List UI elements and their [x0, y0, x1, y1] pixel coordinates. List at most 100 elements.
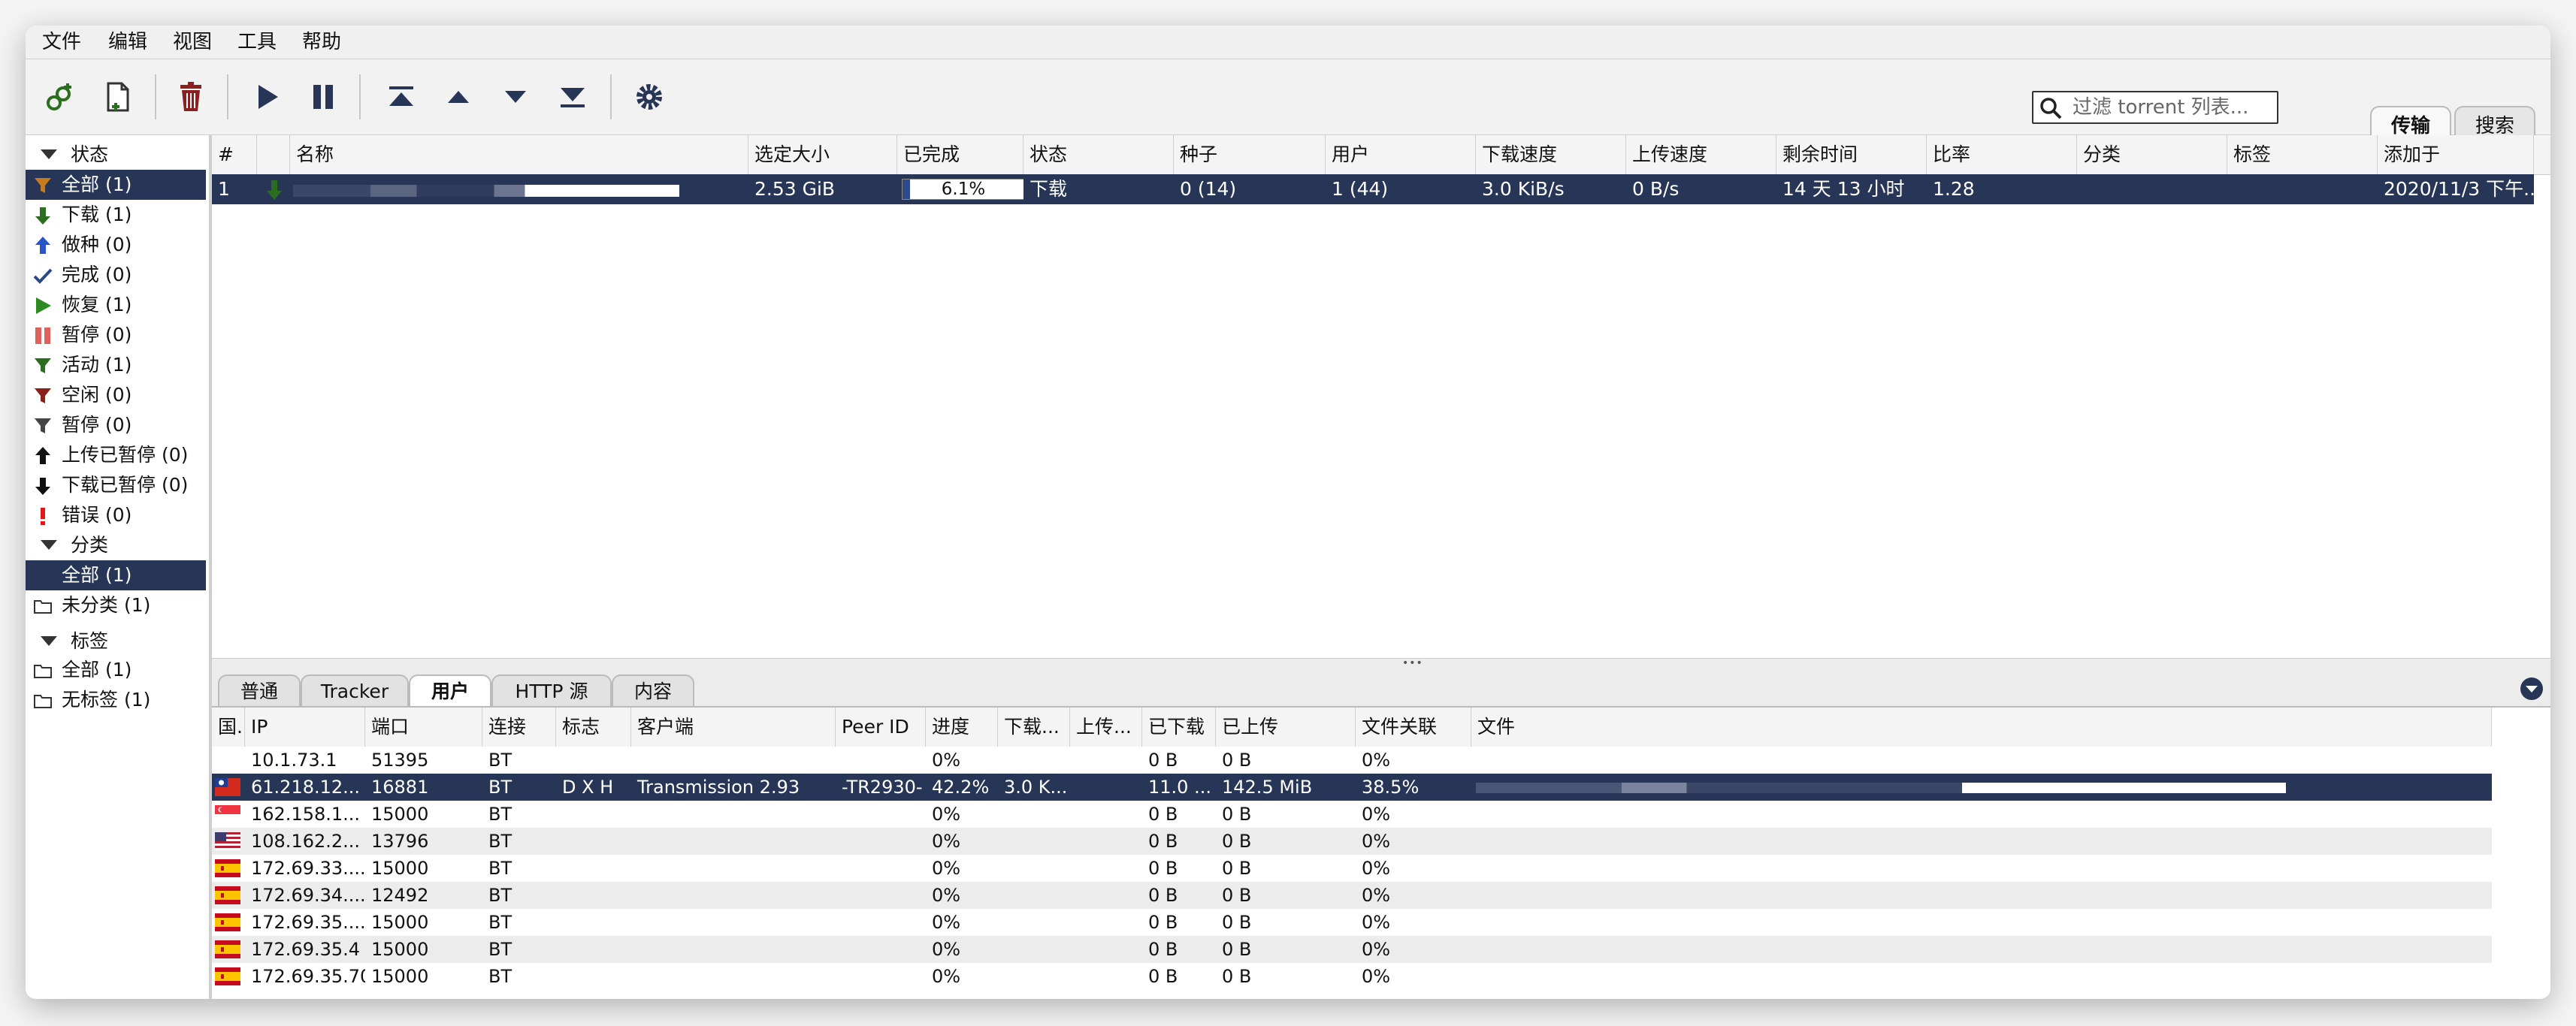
peer-row[interactable]: 172.69.35.... 15000 BT 0% 0 B 0 B 0%	[212, 909, 2492, 936]
peer-column-header[interactable]: 端口	[365, 708, 482, 747]
status-filter-label: 做种 (0)	[62, 234, 132, 255]
column-header[interactable]: 标签	[2227, 135, 2378, 174]
status-section-header[interactable]: 状态	[41, 140, 108, 170]
tab-trackers[interactable]: Tracker	[301, 674, 409, 706]
status-filter-item[interactable]: 恢复 (1)	[26, 290, 206, 320]
peer-column-header[interactable]: 上传...	[1070, 708, 1142, 747]
pause-button[interactable]	[301, 74, 346, 119]
search-placeholder: 过滤 torrent 列表...	[2073, 96, 2249, 119]
peer-row[interactable]: 108.162.2... 13796 BT 0% 0 B 0 B 0%	[212, 828, 2492, 855]
peer-column-header[interactable]: Peer ID	[836, 708, 926, 747]
peer-ip-cell: 172.69.33....	[251, 858, 365, 879]
column-header[interactable]: 已完成	[897, 135, 1023, 174]
peer-column-header[interactable]: IP	[245, 708, 365, 747]
column-header[interactable]: 分类	[2077, 135, 2227, 174]
peer-column-header[interactable]: 标志	[556, 708, 631, 747]
status-filter-item[interactable]: 下载已暂停 (0)	[26, 470, 206, 500]
tags-section-header[interactable]: 标签	[41, 626, 108, 656]
column-header[interactable]: 比率	[1927, 135, 2077, 174]
menu-file[interactable]: 文件	[42, 26, 81, 59]
peer-column-header[interactable]: 进度	[926, 708, 998, 747]
peer-client-cell	[631, 828, 836, 855]
column-header[interactable]: 种子	[1174, 135, 1326, 174]
move-up-button[interactable]	[436, 74, 481, 119]
peer-row[interactable]: 172.69.33.... 15000 BT 0% 0 B 0 B 0%	[212, 855, 2492, 882]
peer-column-header[interactable]: 连接	[482, 708, 556, 747]
column-header[interactable]: 状态	[1023, 135, 1174, 174]
peer-country-cell	[212, 936, 245, 963]
tag-item-all[interactable]: 全部 (1)	[26, 655, 206, 685]
peer-column-header[interactable]: 文件关联	[1356, 708, 1471, 747]
status-filter-item[interactable]: 空闲 (0)	[26, 380, 206, 410]
peer-row[interactable]: 172.69.34.... 12492 BT 0% 0 B 0 B 0%	[212, 882, 2492, 909]
column-header[interactable]: 上传速度	[1626, 135, 1776, 174]
peer-column-header[interactable]: 下载...	[998, 708, 1070, 747]
column-header[interactable]: 名称	[290, 135, 748, 174]
add-torrent-file-button[interactable]	[95, 74, 140, 119]
column-header[interactable]	[257, 135, 290, 174]
status-filter-item[interactable]: 错误 (0)	[26, 500, 206, 530]
options-button[interactable]	[627, 74, 672, 119]
panel-collapse-icon[interactable]	[2519, 676, 2544, 702]
search-input[interactable]: 过滤 torrent 列表...	[2032, 91, 2278, 124]
torrent-state: 下载	[1029, 178, 1068, 200]
peer-downloaded-cell: 0 B	[1148, 966, 1178, 987]
torrent-ratio: 1.28	[1933, 178, 1975, 200]
status-filter-item[interactable]: 上传已暂停 (0)	[26, 440, 206, 470]
category-section-header[interactable]: 分类	[41, 530, 108, 560]
tab-http-sources[interactable]: HTTP 源	[491, 674, 612, 706]
column-header[interactable]: 选定大小	[748, 135, 897, 174]
peer-row[interactable]: 61.218.12... 16881 BT D X H Transmission 2.9…	[212, 774, 2492, 801]
tab-peers[interactable]: 用户	[409, 674, 491, 706]
tab-general[interactable]: 普通	[218, 674, 301, 706]
category-item-all[interactable]: 全部 (1)	[26, 560, 206, 590]
status-filter-item[interactable]: 完成 (0)	[26, 260, 206, 290]
delete-button[interactable]	[168, 74, 213, 119]
peer-downloaded-cell: 0 B	[1148, 831, 1178, 852]
peer-column-header[interactable]: 国.	[212, 708, 245, 747]
status-filter-item[interactable]: 暂停 (0)	[26, 320, 206, 350]
column-header[interactable]: #	[212, 135, 257, 174]
resume-button[interactable]	[245, 74, 290, 119]
move-bottom-button[interactable]	[550, 74, 595, 119]
status-filter-item[interactable]: 做种 (0)	[26, 230, 206, 260]
status-filter-item[interactable]: 全部 (1)	[26, 170, 206, 200]
torrent-added: 2020/11/3 下午...	[2384, 178, 2534, 200]
tab-content[interactable]: 内容	[612, 674, 694, 706]
tag-item-untagged[interactable]: 无标签 (1)	[26, 685, 206, 715]
peer-relevance-cell: 0%	[1362, 966, 1391, 987]
status-filter-item[interactable]: 活动 (1)	[26, 350, 206, 380]
peer-row[interactable]: 172.69.35.4 15000 BT 0% 0 B 0 B 0%	[212, 936, 2492, 963]
menu-view[interactable]: 视图	[173, 26, 212, 59]
column-header[interactable]: 下载速度	[1476, 135, 1626, 174]
add-torrent-link-button[interactable]	[38, 74, 83, 119]
peer-column-header[interactable]: 已下载	[1142, 708, 1216, 747]
column-header[interactable]: 用户	[1326, 135, 1476, 174]
status-filter-item[interactable]: 下载 (1)	[26, 200, 206, 230]
move-down-button[interactable]	[493, 74, 538, 119]
peer-row[interactable]: 162.158.1... 15000 BT 0% 0 B 0 B 0%	[212, 801, 2492, 828]
column-header[interactable]: 添加于	[2378, 135, 2534, 174]
peer-column-header[interactable]: 已上传	[1216, 708, 1356, 747]
peer-row[interactable]: 10.1.73.1 51395 BT 0% 0 B 0 B 0%	[212, 747, 2492, 774]
move-top-button[interactable]	[379, 74, 424, 119]
peer-row[interactable]: 172.69.35.70 15000 BT 0% 0 B 0 B 0%	[212, 963, 2492, 990]
peer-country-cell	[212, 801, 245, 828]
peer-country-cell	[212, 747, 245, 774]
peer-progress-cell: 0%	[932, 804, 961, 825]
filter-icon	[35, 178, 51, 193]
menu-edit[interactable]: 编辑	[108, 26, 147, 59]
peer-client-cell	[631, 909, 836, 936]
add-torrent-link-icon	[47, 83, 71, 110]
menu-help[interactable]: 帮助	[302, 26, 341, 59]
status-filter-item[interactable]: 暂停 (0)	[26, 410, 206, 440]
category-item-uncategorized[interactable]: 未分类 (1)	[26, 590, 206, 620]
column-header[interactable]: 剩余时间	[1776, 135, 1927, 174]
peer-column-header[interactable]: 客户端	[631, 708, 836, 747]
peer-column-header[interactable]: 文件	[1471, 708, 2492, 747]
torrent-row[interactable]: 1 2.53 GiB 6.1% 下载 0 (14) 1 (44) 3.0 KiB…	[212, 174, 2534, 204]
menu-tools[interactable]: 工具	[237, 26, 277, 59]
panel-splitter[interactable]: •••	[212, 657, 2550, 669]
torrent-list: # 名称 选定大小 已完成 状态 种子 用户 下载速度 上传速度 剩余时间 比率 分类 标签 添加于 1 …	[212, 135, 2550, 658]
torrent-down-speed: 3.0 KiB/s	[1482, 178, 1565, 200]
